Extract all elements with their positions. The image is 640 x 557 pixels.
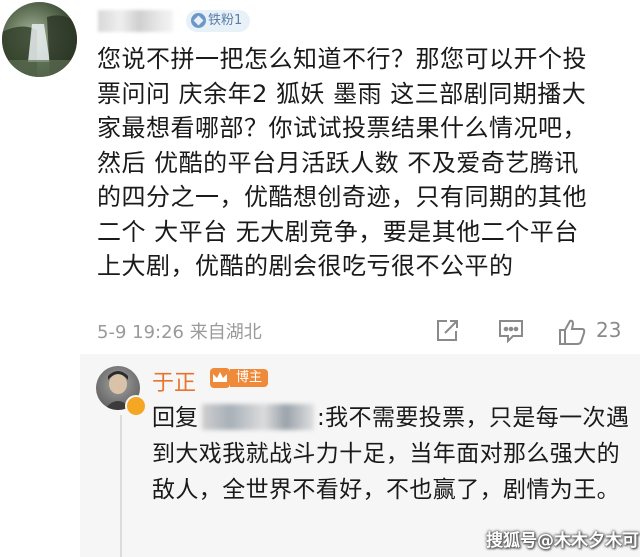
comment-line: 二个 大平台 无大剧竞争，要是其他二个平台 [97,217,579,246]
fan-level-badge: 铁粉1 [186,10,250,32]
comment-line: 家最想看哪部？你试试投票结果什么情况吧， [97,114,587,142]
comment-line: 票问问 庆余年2 狐妖 墨雨 这三部剧同期播大 [97,79,587,108]
reply-divider [120,415,122,557]
comment-meta: 5-9 19:26 来自湖北 [97,318,262,344]
comment-timestamp: 5-9 19:26 [97,322,184,343]
comment-line: 然后 优酷的平台月活跃人数 不及爱奇艺腾讯 [97,148,579,177]
comment-line: 您说不拼一把怎么知道不行？那您可以开个投 [97,45,587,73]
watermark: 搜狐号@木木夕木可 [486,531,639,551]
share-icon[interactable] [434,318,460,348]
like-icon[interactable] [557,318,587,350]
comment-location: 来自湖北 [189,322,262,343]
verified-badge-icon [125,395,147,417]
commenter-avatar[interactable] [2,2,77,77]
diamond-icon [191,13,206,28]
reply-body: :我不需要投票，只是每一次遇到大戏我就战斗力十足，当年面对那么强大的敌人，全世界… [152,405,630,503]
blogger-tag: 博主 [230,369,269,387]
commenter-username-blurred[interactable] [98,10,173,32]
comment-body: 您说不拼一把怎么知道不行？那您可以开个投 票问问 庆余年2 狐妖 墨雨 这三部剧… [97,42,627,284]
reply-author-name[interactable]: 于正 [152,365,196,397]
comment-line: 上大剧，优酷的剧会很吃亏很不公平的 [97,252,514,280]
like-count: 23 [596,318,622,342]
comment-line: 的四分之一，优酷想创奇迹，只有同期的其他 [97,183,587,211]
crown-icon [210,368,230,388]
comment-icon[interactable] [497,318,525,348]
